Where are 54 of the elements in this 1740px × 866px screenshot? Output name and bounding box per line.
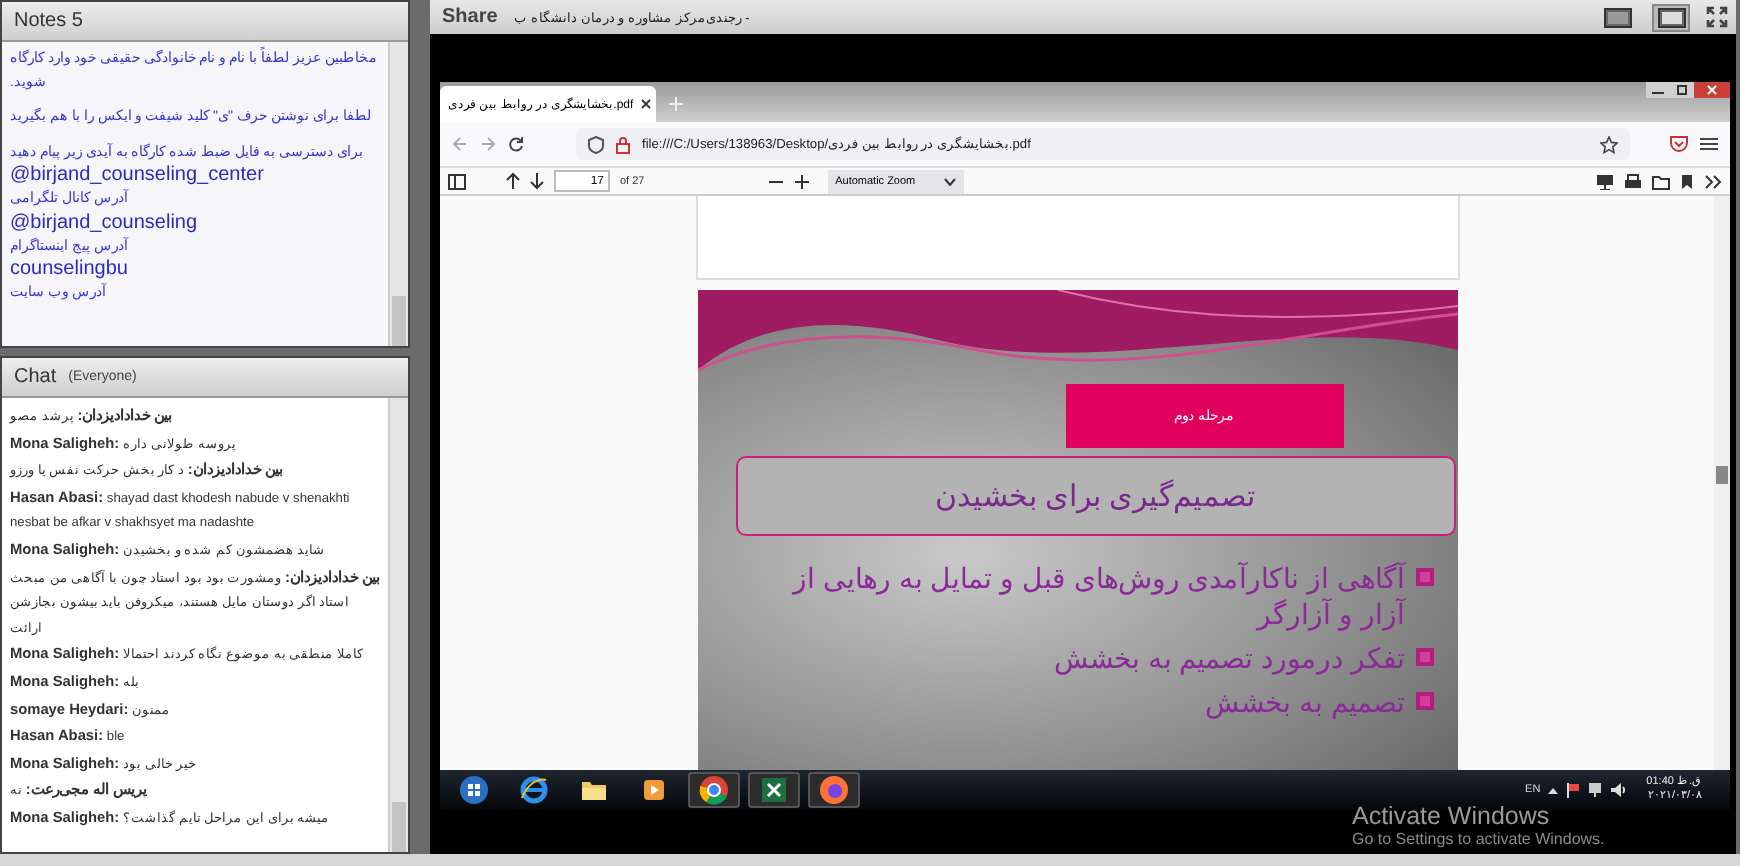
bullet-square-icon [1415,568,1433,586]
network-icon[interactable] [1588,782,1603,798]
monitor-icon [1657,7,1685,27]
taskbar-button[interactable] [748,772,800,808]
notes-title: Notes 5 [14,10,83,32]
fullscreen-icon[interactable] [1706,6,1728,28]
shield-icon [588,135,604,153]
slide-title: تصمیم‌گیری برای بخشیدن [735,456,1455,536]
activation-message: Go to Settings to activate Windows. [1352,830,1605,848]
bullet-text: آگاهی از ناکارآمدی روش‌های قبل و تمایل به رهایی از آزار و آزارگر [789,560,1405,632]
chrome-icon [698,774,730,806]
taskbar-button[interactable] [688,772,740,808]
menu-icon[interactable] [1700,136,1718,152]
print-icon[interactable] [1624,173,1642,189]
start-orb-icon [458,774,490,806]
caret-icon [943,177,956,185]
share-title: Share [442,6,498,28]
bullet-text: تفکر درمورد تصمیم به بخشش [1053,640,1405,676]
bullet-text: تصمیم به بخشش [1205,684,1405,720]
lock-icon [616,135,630,153]
spreadsheet-icon [758,774,790,806]
account-handle: @birjand_counseling_center [10,164,266,188]
volume-icon[interactable] [1610,782,1627,798]
account-handle: counselingbu [10,258,130,282]
tray-arrow-icon[interactable] [1548,786,1559,794]
monitor-icon [1603,7,1631,27]
browser-e-icon [518,774,550,806]
star-icon[interactable] [1600,135,1618,153]
firefox-icon [818,774,850,806]
presentation-icon[interactable] [1596,173,1614,189]
pocket-icon[interactable] [1670,136,1688,152]
scrollbar[interactable] [388,398,408,852]
bookmark-icon[interactable] [1680,173,1694,189]
reload-icon[interactable] [508,136,524,152]
chat-title: Chat [14,366,57,388]
scrollbar[interactable] [388,42,408,346]
bullet-square-icon [1415,648,1433,666]
bullet-square-icon [1415,692,1433,710]
layout-button[interactable] [1652,3,1690,31]
scrollbar[interactable] [1714,196,1730,770]
account-handle: @birjand_counseling [10,211,200,235]
media-player-icon [638,774,670,806]
sidebar-icon[interactable] [448,173,466,189]
close-icon[interactable] [639,98,652,110]
flag-icon[interactable] [1566,782,1581,798]
layout-button[interactable] [1598,3,1636,31]
double-chevron-icon[interactable] [1704,173,1722,189]
folder-icon[interactable] [1652,173,1670,189]
minimize-icon[interactable] [1646,82,1670,98]
zoom-in-icon[interactable] [793,173,810,189]
arrow-up-icon[interactable] [506,172,520,190]
restore-icon[interactable] [1670,82,1694,98]
activation-title: Activate Windows [1352,802,1552,830]
arrow-down-icon[interactable] [530,172,544,190]
